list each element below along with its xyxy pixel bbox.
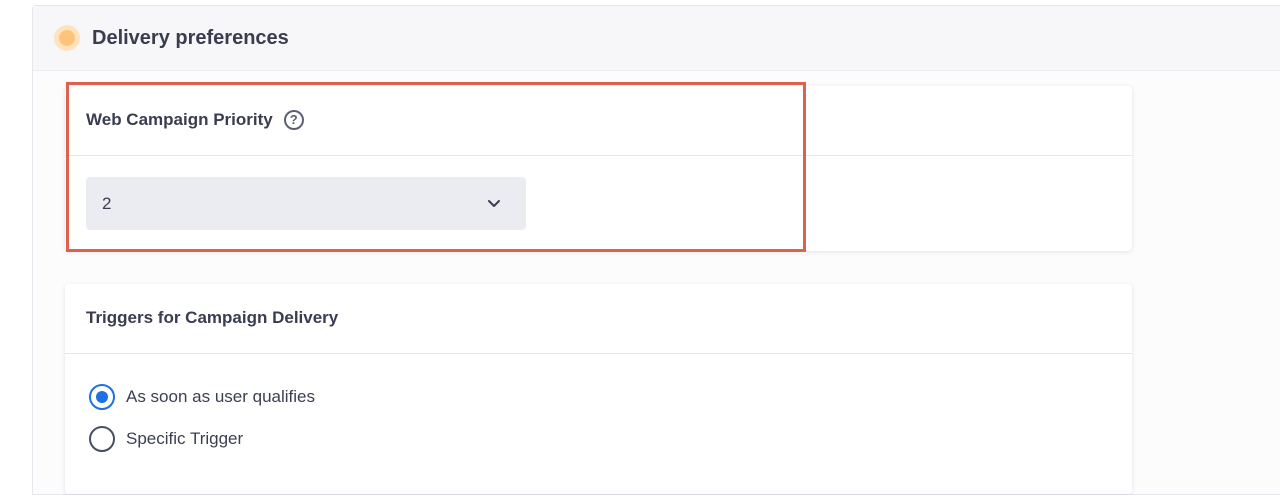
panel-title: Delivery preferences	[92, 27, 289, 49]
radio-label: As soon as user qualifies	[126, 387, 315, 406]
priority-select[interactable]: 2	[86, 177, 526, 230]
status-dot-icon	[54, 25, 80, 51]
radio-label: Specific Trigger	[126, 429, 244, 448]
panel-header: Delivery preferences	[33, 6, 1280, 71]
radio-button-checked[interactable]	[89, 384, 115, 410]
radio-option-as-soon-as-user-qualifies[interactable]: As soon as user qualifies	[89, 384, 315, 410]
radio-option-specific-trigger[interactable]: Specific Trigger	[89, 426, 243, 452]
status-dot-inner	[59, 30, 75, 46]
help-icon[interactable]: ?	[283, 110, 304, 130]
radio-button-unchecked[interactable]	[89, 426, 115, 452]
web-campaign-priority-card: Web Campaign Priority ? 2	[65, 86, 1132, 251]
triggers-card: Triggers for Campaign Delivery As soon a…	[65, 284, 1132, 494]
radio-dot	[96, 391, 108, 403]
card-header: Triggers for Campaign Delivery	[65, 284, 1132, 354]
card-title: Web Campaign Priority	[86, 110, 273, 129]
chevron-down-icon	[488, 200, 500, 207]
card-title-row: Web Campaign Priority ?	[86, 110, 304, 130]
card-title: Triggers for Campaign Delivery	[86, 308, 339, 327]
card-header: Web Campaign Priority ?	[65, 86, 1132, 156]
priority-select-value: 2	[102, 194, 112, 213]
